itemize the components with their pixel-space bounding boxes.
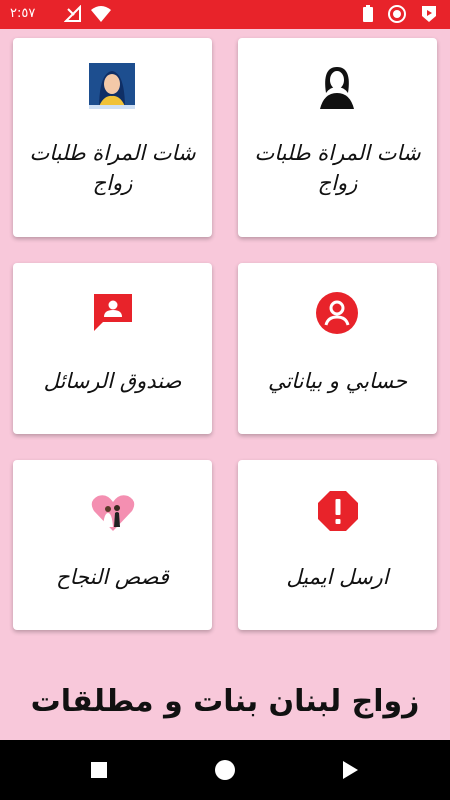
app-title: زواج لبنان بنات و مطلقات xyxy=(30,684,420,719)
woman-silhouette-icon xyxy=(314,63,360,109)
card-chat-women-1-title: شات المراة طلبات زواج xyxy=(254,141,421,195)
account-circle-icon xyxy=(316,292,358,334)
status-bar: ٢:٥٧ xyxy=(0,0,450,29)
record-icon xyxy=(388,5,406,23)
woman-photo-icon xyxy=(89,63,135,109)
card-success[interactable]: قصص النجاح xyxy=(13,460,212,630)
battery-icon xyxy=(363,5,373,22)
alert-octagon-icon xyxy=(318,491,358,531)
navigation-bar xyxy=(0,740,450,800)
card-chat-women-1[interactable]: شات المراة طلبات زواج xyxy=(238,38,437,237)
card-inbox[interactable]: صندوق الرسائل xyxy=(13,263,212,434)
card-email[interactable]: ارسل ايميل xyxy=(238,460,437,630)
card-chat-women-2-title: شات المراة طلبات زواج xyxy=(29,141,196,195)
play-shield-icon xyxy=(422,6,436,22)
couple-heart-icon xyxy=(91,495,135,531)
card-success-title: قصص النجاح xyxy=(56,565,169,589)
card-email-title: ارسل ايميل xyxy=(286,565,389,589)
card-account-title: حسابي و بياناتي xyxy=(267,369,408,393)
recent-apps-button[interactable] xyxy=(89,760,109,780)
card-account[interactable]: حسابي و بياناتي xyxy=(238,263,437,434)
home-button[interactable] xyxy=(214,759,236,781)
no-signal-icon xyxy=(64,5,81,22)
card-chat-women-2[interactable]: شات المراة طلبات زواج xyxy=(13,38,212,237)
back-button[interactable] xyxy=(340,760,360,780)
wifi-icon xyxy=(91,6,111,22)
card-inbox-title: صندوق الرسائل xyxy=(43,369,182,393)
message-user-icon xyxy=(94,294,132,331)
status-time: ٢:٥٧ xyxy=(10,6,36,21)
